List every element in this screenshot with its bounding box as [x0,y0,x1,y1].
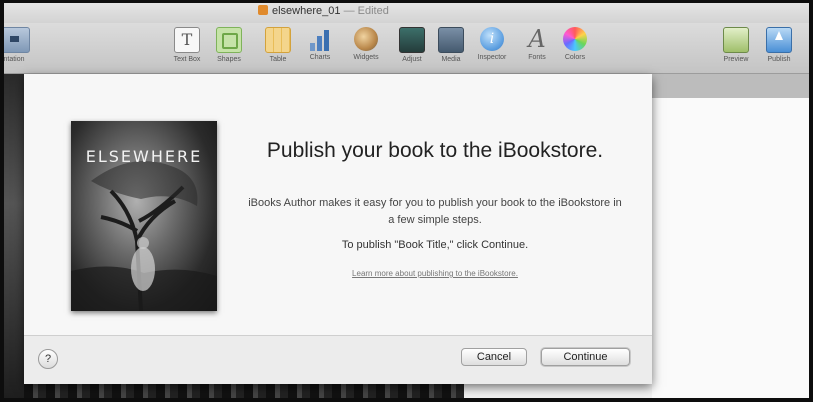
continue-button[interactable]: Continue [541,348,630,366]
document-canvas-header [652,74,809,98]
toolbar-inspector-button[interactable]: i Inspector [472,27,512,61]
preview-icon [723,27,749,53]
charts-icon [308,27,332,51]
toolbar-text-box-button[interactable]: T Text Box [164,27,210,63]
toolbar-item-label: Inspector [477,54,507,61]
colors-icon [563,27,587,51]
toolbar-item-label: Colors [564,54,586,61]
toolbar-presentation-button[interactable]: ntation [4,27,30,63]
toolbar-fonts-button[interactable]: A Fonts [522,27,552,61]
toolbar-media-button[interactable]: Media [436,27,466,63]
text-box-icon: T [174,27,200,53]
toolbar: ntation T Text Box Shapes Table Charts W… [4,23,809,74]
presentation-icon [4,27,30,53]
edited-indicator: — Edited [343,5,389,17]
screen: elsewhere_01 — Edited ntation T Text Box… [4,3,809,398]
toolbar-adjust-button[interactable]: Adjust [396,27,428,63]
publish-sheet: ELSEWHERE Publish your book to the iBook… [24,74,652,384]
publish-sheet-footer: ? Cancel Continue [24,335,652,384]
toolbar-item-label: Text Box [173,56,201,63]
publish-heading: Publish your book to the iBookstore. [266,139,604,162]
book-cover-title: ELSEWHERE [85,147,203,166]
toolbar-presentation-label: ntation [4,56,25,63]
toolbar-preview-button[interactable]: Preview [718,27,754,63]
window-title-text: elsewhere_01 [272,5,341,17]
toolbar-item-label: Adjust [402,56,422,63]
publish-icon [766,27,792,53]
toolbar-shapes-button[interactable]: Shapes [212,27,246,63]
toolbar-item-label: Media [441,56,461,63]
document-icon [258,5,268,15]
book-cover-image: ELSEWHERE [71,121,217,311]
toolbar-item-label: Fonts [528,54,546,61]
toolbar-item-label: Shapes [217,56,241,63]
window-title: elsewhere_01 — Edited [258,5,389,17]
toolbar-table-button[interactable]: Table [262,27,294,63]
widgets-icon [354,27,378,51]
media-icon [438,27,464,53]
adjust-icon [399,27,425,53]
window-titlebar: elsewhere_01 — Edited [4,3,809,23]
learn-more-link[interactable]: Learn more about publishing to the iBook… [228,269,642,278]
publish-description: iBooks Author makes it easy for you to p… [248,197,622,226]
toolbar-item-label: Table [269,56,287,63]
cancel-button[interactable]: Cancel [461,348,527,366]
toolbar-item-label: Publish [767,56,791,63]
toolbar-item-label: Charts [309,54,331,61]
help-button[interactable]: ? [38,349,58,369]
document-canvas-page [652,74,809,398]
toolbar-item-label: Widgets [353,54,379,61]
toolbar-colors-button[interactable]: Colors [560,27,590,61]
publish-instruction: To publish "Book Title," click Continue. [341,239,529,251]
inspector-icon: i [480,27,504,51]
document-canvas-image [4,74,24,398]
publish-sheet-body: ELSEWHERE Publish your book to the iBook… [24,74,652,335]
toolbar-publish-button[interactable]: Publish [762,27,796,63]
toolbar-charts-button[interactable]: Charts [302,27,338,61]
toolbar-item-label: Preview [723,56,749,63]
shapes-icon [216,27,242,53]
fonts-icon: A [528,25,546,53]
table-icon [265,27,291,53]
toolbar-widgets-button[interactable]: Widgets [348,27,384,61]
document-canvas-image-bottom [24,383,464,398]
